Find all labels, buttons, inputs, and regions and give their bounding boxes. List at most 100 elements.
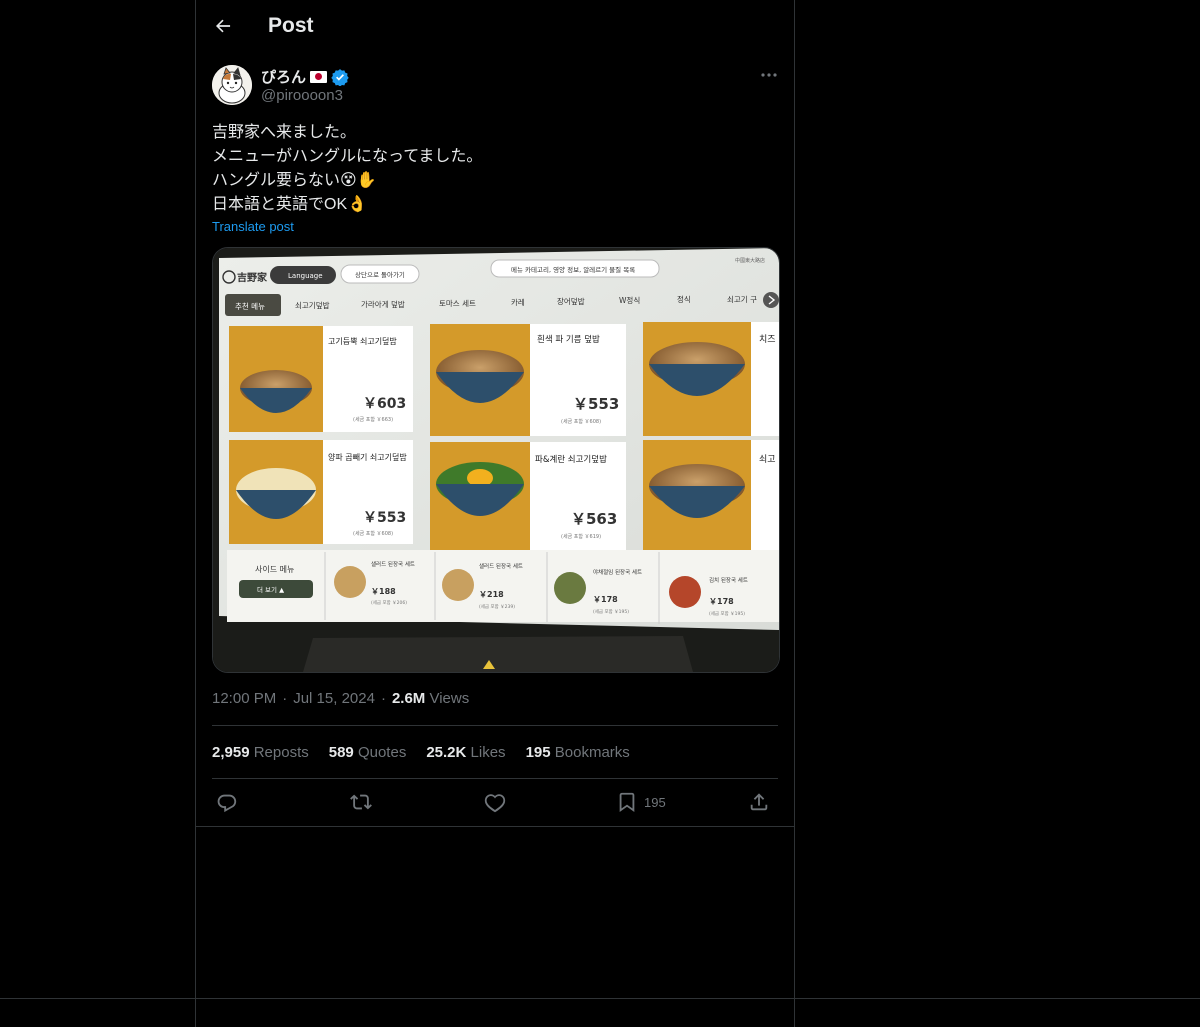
page-title: Post (268, 14, 314, 37)
menu-item-price: ￥563 (571, 510, 617, 528)
engagement-stats: 2,959 Reposts 589 Quotes 25.2K Likes 195… (212, 744, 630, 761)
divider (196, 826, 794, 827)
side-item-price: ￥178 (709, 597, 734, 606)
menu-info-button: 메뉴 카테고리, 영양 정보, 알레르기 물질 목록 (511, 265, 635, 274)
menu-item-name: 양파 곱빼기 쇠고기덮밥 (328, 452, 407, 462)
more-horizontal-icon (761, 73, 777, 77)
divider (212, 725, 778, 726)
reply-button[interactable] (216, 789, 238, 815)
side-item-tax: (세금 포함 ￥206) (371, 599, 407, 606)
side-item-name: 김치 된장국 세트 (709, 576, 748, 584)
menu-tab: 추천 메뉴 (235, 301, 265, 311)
menu-back-button: 상단으로 돌아가기 (355, 270, 405, 279)
bookmark-count: 195 (644, 794, 666, 810)
divider (212, 778, 778, 779)
top-bar: Post (196, 0, 794, 53)
repost-button[interactable] (350, 789, 372, 815)
side-item-name: 샐러드 된장국 세트 (371, 560, 415, 568)
arrow-left-icon (216, 19, 231, 33)
likes-stat[interactable]: 25.2K Likes (426, 744, 505, 761)
meta-separator: · (380, 690, 386, 707)
bottom-divider (0, 998, 1200, 999)
side-item-price: ￥188 (371, 587, 396, 596)
quotes-stat[interactable]: 589 Quotes (329, 744, 407, 761)
menu-tab: 가라아게 덮밥 (361, 299, 405, 309)
menu-item-tax: (세금 포함 ￥619) (561, 533, 601, 540)
menu-item-name: 치즈 (759, 333, 776, 345)
author-display-name[interactable]: ぴろん (261, 66, 306, 87)
menu-item-tax: (세금 포함 ￥608) (561, 418, 601, 425)
menu-language-button: Language (288, 272, 323, 280)
bookmark-button[interactable]: 195 (616, 789, 666, 815)
menu-item-price: ￥553 (573, 395, 619, 413)
reply-icon (217, 794, 237, 813)
menu-tab: 장어덮밥 (557, 296, 585, 306)
menu-tab: 쇠고기덮밥 (295, 301, 330, 310)
author-handle[interactable]: @piroooon3 (261, 87, 343, 104)
menu-item-name: 파&계란 쇠고기덮밥 (535, 454, 607, 465)
share-button[interactable] (748, 789, 770, 815)
menu-tab: 카레 (511, 298, 525, 307)
avatar[interactable] (212, 65, 252, 105)
action-bar: 195 (212, 789, 778, 817)
post-column: Post ぴろん @piroooon3 吉野家へ来ました。 メニューがハングルに… (195, 0, 795, 1027)
menu-item-name: 고기듬뿍 쇠고기덮밥 (328, 336, 397, 346)
post-time[interactable]: 12:00 PM (212, 690, 276, 707)
menu-tab: 정식 (677, 294, 691, 304)
menu-item-name: 쇠고 (759, 454, 776, 465)
post-text-line: 吉野家へ来ました。 (212, 124, 357, 141)
bookmarks-stat[interactable]: 195 Bookmarks (526, 744, 630, 761)
post-photo[interactable]: 吉野家 Language 상단으로 돌아가기 메뉴 카테고리, 영양 정보, 알… (212, 247, 780, 673)
reposts-label: Reposts (253, 744, 309, 761)
share-icon (750, 793, 768, 811)
menu-item-name: 흰색 파 기름 덮밥 (537, 334, 600, 345)
verified-badge-icon (331, 68, 349, 86)
post-date[interactable]: Jul 15, 2024 (293, 690, 375, 707)
japan-flag-icon (310, 70, 328, 83)
quotes-count: 589 (328, 744, 354, 761)
side-item-tax: (세금 포함 ￥195) (593, 608, 629, 615)
menu-item-price: ￥603 (363, 396, 406, 412)
side-item-price: ￥178 (593, 595, 618, 604)
likes-label: Likes (470, 744, 506, 761)
menu-screen-photo: 吉野家 Language 상단으로 돌아가기 메뉴 카테고리, 영양 정보, 알… (213, 248, 779, 672)
reposts-stat[interactable]: 2,959 Reposts (212, 744, 309, 761)
reposts-count: 2,959 (212, 744, 250, 761)
post-text-line: ハングル要らない😵✋ (212, 172, 377, 189)
menu-logo: 吉野家 (237, 271, 268, 284)
menu-tab: 쇠고기 구 (727, 295, 757, 304)
meta-separator: · (282, 690, 288, 707)
post-text-line: 日本語と英語でOK👌 (212, 196, 368, 213)
side-more-button: 더 보기 ▲ (257, 585, 284, 594)
bookmarks-label: Bookmarks (554, 744, 630, 761)
avatar-image (212, 65, 252, 105)
post-text: 吉野家へ来ました。 メニューがハングルになってました。 ハングル要らない😵✋ 日… (212, 121, 772, 217)
post-meta: 12:00 PM · Jul 15, 2024 · 2.6M Views (212, 690, 469, 707)
menu-item-tax: (세금 포함 ￥608) (353, 530, 393, 537)
menu-item-tax: (세금 포함 ￥663) (353, 416, 393, 423)
likes-count: 25.2K (426, 744, 467, 761)
bookmarks-count: 195 (525, 744, 551, 761)
back-button[interactable] (208, 11, 238, 41)
side-item-price: ￥218 (479, 590, 504, 599)
author-name-row[interactable]: ぴろん (261, 66, 349, 87)
more-options-button[interactable] (758, 66, 780, 84)
menu-tab: W정식 (619, 295, 640, 305)
side-item-tax: (세금 포함 ￥195) (709, 610, 745, 617)
repost-icon (350, 794, 372, 810)
translate-post-link[interactable]: Translate post (212, 219, 294, 234)
menu-corner-text: 中國東大路店 (735, 257, 765, 264)
side-item-name: 야채절임 된장국 세트 (593, 568, 642, 576)
menu-tab: 토마스 세트 (439, 299, 476, 308)
post-text-line: メニューがハングルになってました。 (212, 148, 483, 165)
views-count: 2.6M (391, 690, 426, 707)
heart-icon (484, 794, 506, 813)
side-item-tax: (세금 포함 ￥239) (479, 603, 515, 610)
menu-item-price: ￥553 (363, 510, 406, 526)
views-label: Views (429, 690, 470, 707)
bookmark-icon (619, 792, 635, 812)
side-menu-label: 사이드 메뉴 (255, 564, 294, 574)
quotes-label: Quotes (357, 744, 407, 761)
side-item-name: 샐러드 된장국 세트 (479, 562, 523, 570)
like-button[interactable] (484, 789, 506, 815)
